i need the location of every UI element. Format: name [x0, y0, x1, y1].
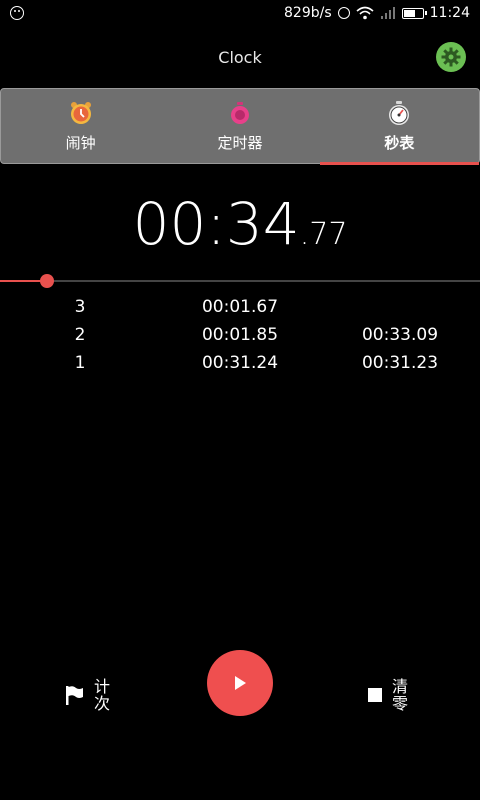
- progress-track: [0, 274, 480, 288]
- tab-timer[interactable]: 定时器: [160, 89, 319, 163]
- lap-time: 00:01.67: [201, 297, 279, 317]
- lap-number: 1: [74, 353, 86, 373]
- reset-button[interactable]: 清 零: [368, 678, 408, 712]
- tab-timer-label: 定时器: [217, 133, 263, 152]
- lap-time: 00:01.85: [201, 325, 279, 345]
- lap-number: 2: [74, 325, 86, 345]
- stopwatch-time: 00:34 .77: [0, 190, 480, 260]
- stopwatch-icon: [389, 100, 410, 125]
- tab-alarm[interactable]: 闹钟: [1, 89, 160, 163]
- tab-bar: 闹钟 定时器 秒表: [0, 88, 480, 165]
- signal-icon: [380, 7, 395, 19]
- lap-number: 3: [74, 297, 86, 317]
- lap-row: 2 00:01.85 00:33.09: [0, 321, 480, 349]
- clock-app-screen: 829b/s 11:24 Clock 闹钟 定时器 秒表 00:34 .77 3…: [0, 0, 480, 800]
- tab-stopwatch[interactable]: 秒表: [319, 89, 479, 165]
- tab-stopwatch-label: 秒表: [384, 133, 415, 152]
- app-title: Clock: [218, 47, 262, 67]
- gear-icon: [441, 47, 461, 67]
- stop-icon: [368, 688, 382, 702]
- reset-label: 清 零: [392, 678, 408, 712]
- lap-label: 计 次: [94, 678, 110, 712]
- lap-label-line-1: 计: [94, 677, 111, 696]
- active-tab-indicator: [319, 162, 479, 165]
- status-left: [0, 6, 24, 20]
- battery-icon: [401, 7, 427, 19]
- lap-row: 1 00:31.24 00:31.23: [0, 349, 480, 377]
- network-speed: 829b/s: [284, 5, 332, 21]
- reset-label-line-1: 清: [392, 677, 409, 696]
- wifi-icon: [356, 6, 374, 20]
- battery-fill: [403, 9, 415, 17]
- title-bar: Clock: [0, 32, 480, 82]
- lap-total-time: 00:33.09: [361, 325, 439, 345]
- flag-icon: [66, 686, 83, 705]
- elapsed-hundredths: .77: [299, 217, 348, 252]
- status-bar: 829b/s 11:24: [0, 0, 480, 26]
- lap-list: 3 00:01.67 2 00:01.85 00:33.09 1 00:31.2…: [0, 293, 480, 377]
- timer-icon: [230, 101, 249, 124]
- lap-label-line-2: 次: [94, 694, 111, 713]
- progress-thumb[interactable]: [39, 274, 54, 288]
- notification-icon: [10, 6, 24, 20]
- alarm-clock-icon: [70, 101, 91, 124]
- elapsed-time: 00:34: [132, 190, 300, 258]
- play-button[interactable]: [207, 650, 273, 716]
- settings-button[interactable]: [436, 42, 466, 72]
- lap-time: 00:31.24: [201, 353, 279, 373]
- stopwatch-controls: 计 次 清 零: [0, 650, 480, 720]
- alarm-icon: [337, 7, 350, 19]
- tab-alarm-label: 闹钟: [65, 133, 96, 152]
- status-time: 11:24: [429, 5, 470, 21]
- status-right: 829b/s 11:24: [284, 5, 480, 21]
- lap-button[interactable]: 计 次: [64, 678, 110, 712]
- play-icon: [235, 676, 246, 690]
- reset-label-line-2: 零: [392, 694, 409, 713]
- lap-row: 3 00:01.67: [0, 293, 480, 321]
- lap-total-time: 00:31.23: [361, 353, 439, 373]
